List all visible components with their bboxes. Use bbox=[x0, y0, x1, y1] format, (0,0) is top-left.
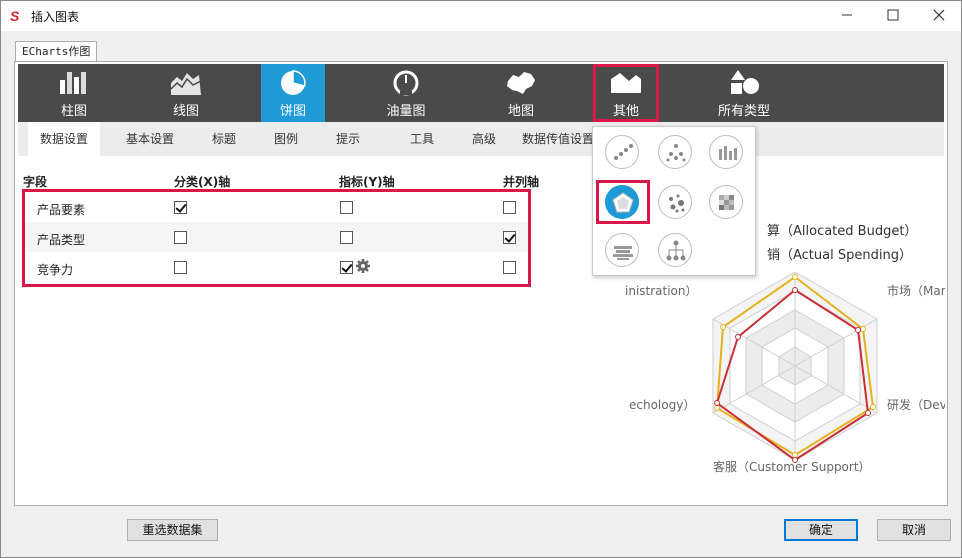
table-row: 竞争力 bbox=[25, 252, 528, 282]
field-name: 产品类型 bbox=[37, 233, 86, 247]
tab-basic-settings[interactable]: 基本设置 bbox=[114, 122, 186, 156]
chart-type-label: 所有类型 bbox=[717, 104, 770, 119]
chart-settings-panel: 柱图 线图 饼图 油量图 地图 其他 所有类型 数据设置 基本设置 标题 图例 … bbox=[14, 61, 948, 506]
heatmap-icon[interactable] bbox=[709, 185, 743, 219]
y-axis-checkbox[interactable] bbox=[340, 261, 353, 274]
chart-type-gauge[interactable]: 油量图 bbox=[374, 64, 438, 122]
close-button[interactable] bbox=[916, 1, 962, 31]
title-bar: S 插入图表 bbox=[1, 1, 961, 31]
reselect-dataset-button[interactable]: 重选数据集 bbox=[127, 519, 218, 541]
map-chart-icon bbox=[507, 72, 535, 94]
header-parallel-axis: 并列轴 bbox=[503, 175, 540, 189]
gear-icon[interactable] bbox=[355, 258, 371, 274]
legend-allocated-budget: 算（Allocated Budget） bbox=[767, 224, 918, 239]
field-name: 竞争力 bbox=[37, 263, 74, 277]
tab-title[interactable]: 标题 bbox=[200, 122, 248, 156]
tab-tools[interactable]: 工具 bbox=[398, 122, 446, 156]
x-axis-checkbox[interactable] bbox=[174, 231, 187, 244]
window-title: 插入图表 bbox=[31, 10, 80, 24]
chart-type-label: 线图 bbox=[172, 104, 199, 119]
indicator-technology-label: echology） bbox=[629, 398, 696, 412]
header-field: 字段 bbox=[23, 175, 48, 189]
chart-type-pie[interactable]: 饼图 bbox=[261, 64, 325, 122]
radar-icon[interactable] bbox=[605, 185, 639, 219]
field-name: 产品要素 bbox=[37, 203, 86, 217]
tab-data-settings[interactable]: 数据设置 bbox=[28, 122, 101, 156]
tab-legend[interactable]: 图例 bbox=[262, 122, 310, 156]
minimize-button[interactable] bbox=[824, 1, 870, 31]
insert-chart-dialog: S 插入图表 ECharts作图 柱图 线图 饼图 油量图 地图 其他 所有类型… bbox=[0, 0, 962, 558]
cancel-button[interactable]: 取消 bbox=[877, 519, 951, 541]
bar-chart-icon bbox=[60, 72, 86, 94]
table-row: 产品类型 bbox=[25, 222, 528, 252]
chart-type-map[interactable]: 地图 bbox=[489, 64, 553, 122]
chart-type-bar[interactable]: 柱图 bbox=[42, 64, 106, 122]
settings-tabs: 数据设置 基本设置 标题 图例 提示 工具 高级 数据传值设置 bbox=[18, 122, 944, 156]
chart-type-label: 饼图 bbox=[279, 104, 306, 119]
chart-type-toolbar: 柱图 线图 饼图 油量图 地图 其他 所有类型 bbox=[18, 64, 944, 122]
parallel-axis-checkbox[interactable] bbox=[503, 261, 516, 274]
y-axis-checkbox[interactable] bbox=[340, 201, 353, 214]
radar-plot bbox=[712, 272, 878, 463]
tab-tooltip[interactable]: 提示 bbox=[324, 122, 372, 156]
header-x-axis: 分类(X)轴 bbox=[174, 175, 231, 189]
chart-type-all[interactable]: 所有类型 bbox=[699, 64, 789, 122]
ok-button[interactable]: 确定 bbox=[784, 519, 858, 541]
indicator-development-label: 研发（Deve bbox=[887, 398, 945, 412]
funnel-icon[interactable] bbox=[658, 135, 692, 169]
chart-type-label: 地图 bbox=[507, 104, 534, 119]
line-chart-icon bbox=[170, 73, 202, 95]
scatter-icon[interactable] bbox=[605, 135, 639, 169]
x-axis-checkbox[interactable] bbox=[174, 261, 187, 274]
tree-icon[interactable] bbox=[658, 233, 692, 267]
wordcloud-icon[interactable] bbox=[605, 233, 639, 267]
all-types-icon bbox=[731, 70, 759, 94]
chart-type-other[interactable]: 其他 bbox=[593, 64, 659, 122]
other-chart-types-popup bbox=[592, 126, 756, 276]
tab-advanced[interactable]: 高级 bbox=[460, 122, 508, 156]
chart-type-label: 其他 bbox=[612, 104, 639, 119]
table-row: 产品要素 bbox=[25, 192, 528, 222]
header-y-axis: 指标(Y)轴 bbox=[339, 175, 395, 189]
bubble-icon[interactable] bbox=[658, 185, 692, 219]
other-chart-icon bbox=[611, 73, 641, 93]
parallel-axis-checkbox[interactable] bbox=[503, 201, 516, 214]
dialog-content: ECharts作图 柱图 线图 饼图 油量图 地图 其他 所有类型 数据设置 基… bbox=[9, 39, 953, 509]
indicator-administration-label: inistration） bbox=[625, 284, 698, 298]
legend-actual-spending: 销（Actual Spending） bbox=[767, 248, 912, 263]
chart-type-label: 油量图 bbox=[386, 104, 426, 119]
x-axis-checkbox[interactable] bbox=[174, 201, 187, 214]
chart-type-line[interactable]: 线图 bbox=[154, 64, 218, 122]
fields-table: 产品要素 产品类型 竞争力 bbox=[22, 189, 531, 287]
candlestick-icon[interactable] bbox=[709, 135, 743, 169]
app-logo-icon: S bbox=[10, 8, 20, 24]
chart-type-label: 柱图 bbox=[60, 104, 87, 119]
pie-chart-icon bbox=[281, 70, 306, 95]
indicator-market-label: 市场（Mark bbox=[887, 284, 945, 298]
tab-echarts[interactable]: ECharts作图 bbox=[15, 41, 98, 61]
maximize-button[interactable] bbox=[870, 1, 916, 31]
y-axis-checkbox[interactable] bbox=[340, 231, 353, 244]
gauge-chart-icon bbox=[393, 70, 419, 96]
parallel-axis-checkbox[interactable] bbox=[503, 231, 516, 244]
